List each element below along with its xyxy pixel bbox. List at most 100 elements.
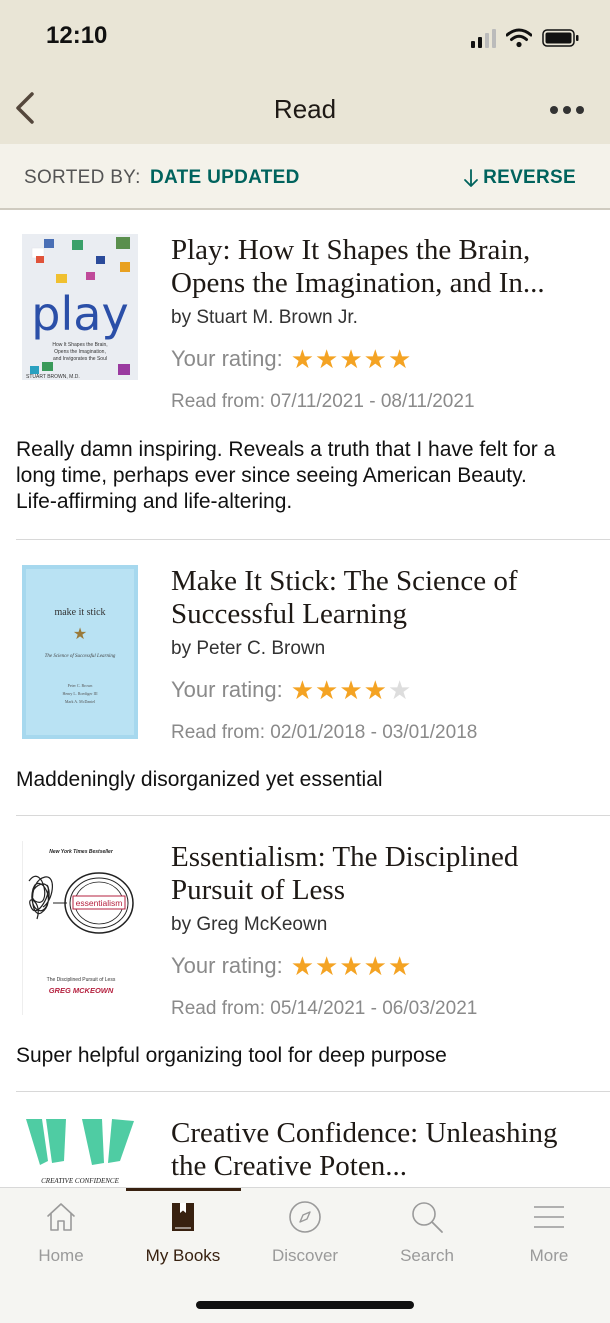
tab-label: More	[529, 1246, 569, 1265]
svg-text:Henry L. Roediger III: Henry L. Roediger III	[62, 691, 98, 696]
cover-art: make it stick ★ The Science of Successfu…	[22, 565, 138, 739]
read-dates: Read from: 05/14/2021 - 06/03/2021	[171, 998, 478, 1019]
star-filled-icon[interactable]: ★	[315, 346, 338, 372]
home-icon	[47, 1203, 75, 1231]
svg-text:Mark A. McDaniel: Mark A. McDaniel	[65, 699, 96, 704]
cover-title: make it stick	[54, 607, 105, 618]
book-title[interactable]: Make It Stick: The Science of Successful…	[171, 565, 592, 631]
book-info: Essentialism: The Disciplined Pursuit of…	[171, 841, 592, 1020]
book-item[interactable]: play How It Shapes the Brain, Opens the …	[0, 210, 610, 540]
book-title[interactable]: Play: How It Shapes the Brain, Opens the…	[171, 234, 592, 300]
book-author[interactable]: by Peter C. Brown	[171, 638, 592, 660]
menu-icon	[534, 1206, 564, 1228]
svg-text:The Science of Successful Lear: The Science of Successful Learning	[45, 654, 116, 659]
divider	[16, 1091, 610, 1092]
book-cover-make-it-stick[interactable]: make it stick ★ The Science of Successfu…	[22, 565, 138, 739]
status-icons	[471, 24, 580, 52]
star-rating[interactable]: ★ ★ ★ ★ ★	[291, 677, 412, 703]
page-title: Read	[273, 94, 337, 124]
more-options-icon[interactable]	[550, 106, 584, 114]
tab-label: Home	[38, 1246, 84, 1265]
svg-text:GREG MCKEOWN: GREG MCKEOWN	[49, 986, 114, 995]
tab-search[interactable]: Search	[366, 1188, 488, 1278]
tab-label: My Books	[145, 1246, 221, 1265]
wifi-icon	[506, 28, 532, 48]
book-info: Make It Stick: The Science of Successful…	[171, 565, 592, 744]
book-item[interactable]: make it stick ★ The Science of Successfu…	[0, 541, 610, 816]
read-dates: Read from: 07/11/2021 - 08/11/2021	[171, 391, 475, 412]
star-filled-icon[interactable]: ★	[291, 953, 314, 979]
reverse-sort-button[interactable]: REVERSE	[463, 167, 576, 189]
star-filled-icon[interactable]: ★	[315, 953, 338, 979]
tab-discover[interactable]: Discover	[244, 1188, 366, 1278]
book-item[interactable]: CREATIVE CONFIDENCE Creative Confidence:…	[0, 1093, 610, 1187]
arrow-down-icon	[464, 169, 478, 187]
reverse-label: REVERSE	[483, 167, 576, 188]
star-filled-icon[interactable]: ★	[291, 346, 314, 372]
cover-title: essentialism	[76, 898, 123, 908]
tab-home[interactable]: Home	[0, 1188, 122, 1278]
tab-label: Search	[400, 1246, 454, 1265]
tab-more[interactable]: More	[488, 1188, 610, 1278]
book-author[interactable]: by Stuart M. Brown Jr.	[171, 307, 592, 329]
star-rating[interactable]: ★ ★ ★ ★ ★	[291, 346, 412, 372]
compass-icon	[289, 1201, 321, 1233]
star-filled-icon[interactable]: ★	[388, 953, 411, 979]
svg-text:STUART BROWN, M.D.: STUART BROWN, M.D.	[26, 374, 80, 380]
cover-art: play How It Shapes the Brain, Opens the …	[22, 234, 138, 380]
star-filled-icon[interactable]: ★	[339, 953, 362, 979]
book-title[interactable]: Essentialism: The Disciplined Pursuit of…	[171, 841, 592, 907]
star-filled-icon[interactable]: ★	[315, 677, 338, 703]
sort-field-button[interactable]: DATE UPDATED	[150, 167, 300, 189]
svg-text:How It Shapes the Brain,: How It Shapes the Brain,	[52, 342, 107, 348]
tab-label: Discover	[271, 1246, 339, 1265]
book-list: play How It Shapes the Brain, Opens the …	[0, 210, 610, 1187]
home-indicator[interactable]	[196, 1301, 414, 1309]
search-icon	[412, 1202, 443, 1233]
book-cover-creative-confidence[interactable]: CREATIVE CONFIDENCE	[22, 1117, 138, 1187]
book-author[interactable]: by Greg McKeown	[171, 914, 592, 936]
book-review: Super helpful organizing tool for deep p…	[16, 1044, 447, 1067]
book-icon	[172, 1203, 194, 1231]
svg-text:and Invigorates the Soul: and Invigorates the Soul	[53, 356, 107, 362]
rating-row: Your rating: ★ ★ ★ ★ ★	[171, 953, 592, 979]
svg-text:CREATIVE CONFIDENCE: CREATIVE CONFIDENCE	[41, 1177, 119, 1185]
sort-bar: SORTED BY: DATE UPDATED REVERSE	[0, 144, 610, 210]
svg-text:★: ★	[73, 624, 87, 643]
cover-art: New York Times Bestseller essentialism T…	[23, 841, 139, 1015]
star-filled-icon[interactable]: ★	[339, 677, 362, 703]
read-dates: Read from: 02/01/2018 - 03/01/2018	[171, 722, 478, 743]
star-rating[interactable]: ★ ★ ★ ★ ★	[291, 953, 412, 979]
status-bar: 12:10	[0, 0, 610, 78]
star-filled-icon[interactable]: ★	[364, 953, 387, 979]
rating-row: Your rating: ★ ★ ★ ★ ★	[171, 677, 592, 703]
tab-my-books[interactable]: My Books	[122, 1188, 244, 1278]
star-filled-icon[interactable]: ★	[364, 677, 387, 703]
book-info: Play: How It Shapes the Brain, Opens the…	[171, 234, 592, 413]
star-filled-icon[interactable]: ★	[291, 677, 314, 703]
rating-label: Your rating:	[171, 953, 283, 978]
divider	[16, 539, 610, 540]
star-empty-icon[interactable]: ★	[388, 677, 411, 703]
svg-text:Peter C. Brown: Peter C. Brown	[68, 683, 93, 688]
svg-text:New York Times Bestseller: New York Times Bestseller	[49, 849, 114, 855]
svg-text:The Disciplined Pursuit of Les: The Disciplined Pursuit of Less	[47, 977, 116, 983]
rating-label: Your rating:	[171, 346, 283, 371]
book-info: Creative Confidence: Unleashing the Crea…	[171, 1117, 592, 1183]
rating-label: Your rating:	[171, 677, 283, 702]
star-filled-icon[interactable]: ★	[388, 346, 411, 372]
book-review: Maddeningly disorganized yet essential	[16, 768, 383, 791]
divider	[16, 815, 610, 816]
svg-text:Opens the Imagination,: Opens the Imagination,	[54, 349, 106, 355]
status-time: 12:10	[46, 22, 108, 49]
star-filled-icon[interactable]: ★	[364, 346, 387, 372]
rating-row: Your rating: ★ ★ ★ ★ ★	[171, 346, 592, 372]
battery-icon	[542, 29, 579, 47]
book-cover-essentialism[interactable]: New York Times Bestseller essentialism T…	[22, 841, 139, 1015]
book-item[interactable]: New York Times Bestseller essentialism T…	[0, 817, 610, 1092]
cover-title: play	[31, 287, 128, 341]
navigation-bar: Read	[0, 78, 610, 144]
book-cover-play[interactable]: play How It Shapes the Brain, Opens the …	[22, 234, 138, 380]
book-title[interactable]: Creative Confidence: Unleashing the Crea…	[171, 1117, 592, 1183]
star-filled-icon[interactable]: ★	[339, 346, 362, 372]
